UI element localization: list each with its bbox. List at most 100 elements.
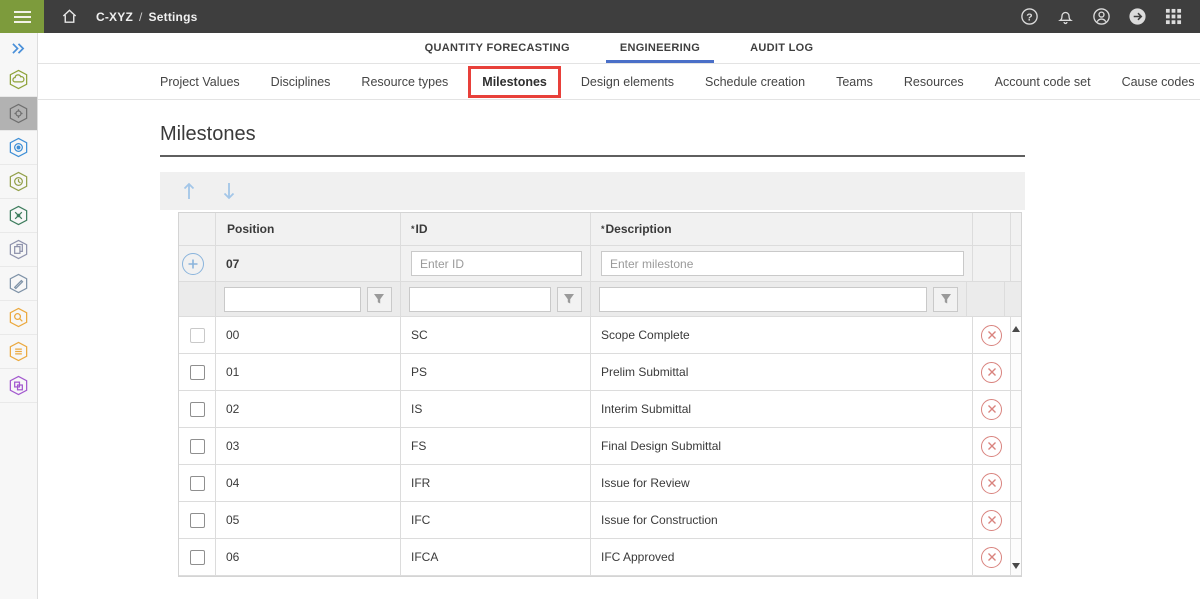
cell-description: Scope Complete xyxy=(591,317,973,353)
filter-position-funnel-icon[interactable] xyxy=(367,287,392,312)
sidebar-app-target-icon[interactable] xyxy=(0,131,37,165)
filter-position-input[interactable] xyxy=(224,287,361,312)
module-tabs: QUANTITY FORECASTING ENGINEERING AUDIT L… xyxy=(38,33,1200,64)
cell-id: PS xyxy=(401,354,591,390)
top-bar: C-XYZ / Settings ? xyxy=(0,0,1200,33)
delete-row-icon[interactable] xyxy=(981,399,1002,420)
app-sidebar xyxy=(0,33,38,599)
tab-quantity-forecasting[interactable]: QUANTITY FORECASTING xyxy=(409,33,586,63)
table-row: 02 IS Interim Submittal xyxy=(179,391,1021,428)
hamburger-menu-button[interactable] xyxy=(0,0,44,33)
subtab-teams[interactable]: Teams xyxy=(836,75,873,89)
table-row: 00 SC Scope Complete xyxy=(179,317,1021,354)
subtab-account-code-set[interactable]: Account code set xyxy=(995,75,1091,89)
cell-description: Prelim Submittal xyxy=(591,354,973,390)
row-checkbox[interactable] xyxy=(190,402,205,417)
page-title: Milestones xyxy=(160,123,1200,146)
row-checkbox[interactable] xyxy=(190,365,205,380)
row-checkbox[interactable] xyxy=(190,476,205,491)
new-id-input[interactable] xyxy=(411,251,582,276)
subtab-disciplines[interactable]: Disciplines xyxy=(271,75,331,89)
help-icon[interactable]: ? xyxy=(1012,0,1046,33)
cell-description: IFC Approved xyxy=(591,539,973,575)
cell-description: Interim Submittal xyxy=(591,391,973,427)
sidebar-app-model-icon[interactable] xyxy=(0,369,37,403)
new-position-value: 07 xyxy=(216,246,401,281)
new-description-input[interactable] xyxy=(601,251,964,276)
cell-id: IFC xyxy=(401,502,591,538)
delete-row-icon[interactable] xyxy=(981,436,1002,457)
scrollbar-down-arrow[interactable] xyxy=(1012,558,1020,572)
cell-id: FS xyxy=(401,428,591,464)
subtab-schedule-creation[interactable]: Schedule creation xyxy=(705,75,805,89)
grid-toolbar xyxy=(160,172,1025,210)
subtab-resources[interactable]: Resources xyxy=(904,75,964,89)
delete-row-icon[interactable] xyxy=(981,362,1002,383)
table-row: 01 PS Prelim Submittal xyxy=(179,354,1021,391)
svg-text:?: ? xyxy=(1026,12,1032,23)
tab-engineering[interactable]: ENGINEERING xyxy=(604,33,716,63)
scrollbar-up-arrow[interactable] xyxy=(1012,321,1020,335)
row-checkbox[interactable] xyxy=(190,328,205,343)
sidebar-app-documents-icon[interactable] xyxy=(0,233,37,267)
subtab-cause-codes[interactable]: Cause codes xyxy=(1122,75,1195,89)
subtab-milestones[interactable]: Milestones xyxy=(468,66,561,98)
breadcrumb-separator: / xyxy=(139,10,143,24)
cell-id: IFR xyxy=(401,465,591,501)
column-header-id[interactable]: *ID xyxy=(401,213,591,245)
filter-row xyxy=(179,282,1021,317)
move-down-button[interactable] xyxy=(220,180,238,202)
row-checkbox[interactable] xyxy=(190,550,205,565)
move-up-button[interactable] xyxy=(180,180,198,202)
filter-description-input[interactable] xyxy=(599,287,928,312)
filter-id-funnel-icon[interactable] xyxy=(557,287,582,312)
filter-id-input[interactable] xyxy=(409,287,551,312)
delete-row-icon[interactable] xyxy=(981,473,1002,494)
delete-row-icon[interactable] xyxy=(981,325,1002,346)
column-header-description[interactable]: *Description xyxy=(591,213,973,245)
add-row-plus-icon[interactable] xyxy=(182,253,204,275)
sidebar-app-schedule-icon[interactable] xyxy=(0,165,37,199)
cell-description: Final Design Submittal xyxy=(591,428,973,464)
breadcrumb-project[interactable]: C-XYZ xyxy=(96,10,133,24)
sidebar-app-explore-icon[interactable] xyxy=(0,301,37,335)
sidebar-app-cloud-icon[interactable] xyxy=(0,63,37,97)
cell-description: Issue for Construction xyxy=(591,502,973,538)
settings-subtabs: Project Values Disciplines Resource type… xyxy=(38,64,1200,100)
subtab-resource-types[interactable]: Resource types xyxy=(361,75,448,89)
subtab-project-values[interactable]: Project Values xyxy=(160,75,240,89)
notifications-bell-icon[interactable] xyxy=(1048,0,1082,33)
cell-position: 00 xyxy=(216,317,401,353)
subtab-design-elements[interactable]: Design elements xyxy=(581,75,674,89)
cell-id: SC xyxy=(401,317,591,353)
table-row: 05 IFC Issue for Construction xyxy=(179,502,1021,539)
row-checkbox[interactable] xyxy=(190,513,205,528)
sidebar-app-connections-icon[interactable] xyxy=(0,199,37,233)
user-account-icon[interactable] xyxy=(1084,0,1118,33)
tab-audit-log[interactable]: AUDIT LOG xyxy=(734,33,829,63)
table-row: 06 IFCA IFC Approved xyxy=(179,539,1021,576)
sidebar-app-design-icon[interactable] xyxy=(0,267,37,301)
cell-position: 06 xyxy=(216,539,401,575)
table-row: 03 FS Final Design Submittal xyxy=(179,428,1021,465)
cell-position: 01 xyxy=(216,354,401,390)
cell-id: IS xyxy=(401,391,591,427)
cell-id: IFCA xyxy=(401,539,591,575)
delete-row-icon[interactable] xyxy=(981,547,1002,568)
cell-description: Issue for Review xyxy=(591,465,973,501)
delete-row-icon[interactable] xyxy=(981,510,1002,531)
launch-arrow-icon[interactable] xyxy=(1120,0,1154,33)
app-grid-icon[interactable] xyxy=(1156,0,1190,33)
filter-description-funnel-icon[interactable] xyxy=(933,287,958,312)
app-window: C-XYZ / Settings ? xyxy=(0,0,1200,599)
sidebar-app-report-icon[interactable] xyxy=(0,335,37,369)
add-milestone-row: 07 xyxy=(179,246,1021,282)
column-header-position[interactable]: Position xyxy=(216,213,401,245)
breadcrumb: C-XYZ / Settings xyxy=(96,10,198,24)
milestones-table: Position *ID *Description 07 xyxy=(178,212,1022,577)
sidebar-expand-chevrons-icon[interactable] xyxy=(0,33,37,63)
home-icon[interactable] xyxy=(52,0,86,33)
row-checkbox[interactable] xyxy=(190,439,205,454)
sidebar-app-settings-icon[interactable] xyxy=(0,97,37,131)
topbar-icons: ? xyxy=(1012,0,1190,33)
